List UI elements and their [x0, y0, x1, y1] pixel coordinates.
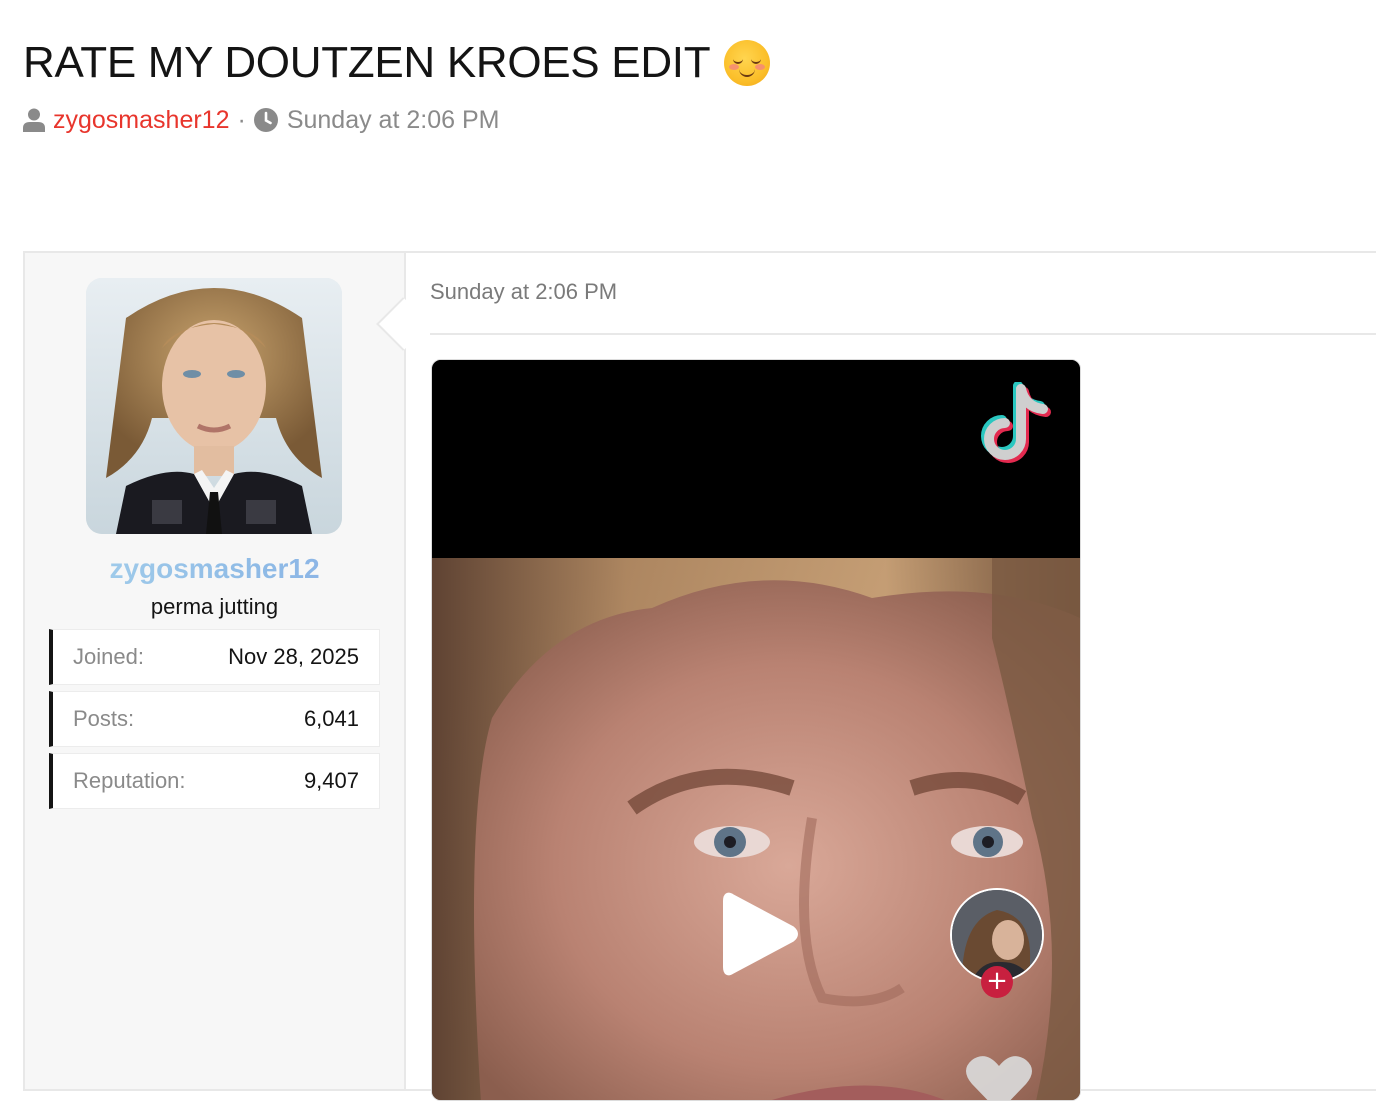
- thread-header: RATE MY DOUTZEN KROES EDIT zygosmasher12…: [23, 34, 1363, 136]
- thread-meta: zygosmasher12 · Sunday at 2:06 PM: [23, 104, 1363, 136]
- user-icon: [23, 108, 45, 132]
- stat-value: 6,041: [303, 706, 359, 731]
- sidebar-username-link[interactable]: zygosmasher12: [25, 553, 404, 585]
- stat-reputation: Reputation: 9,407: [49, 753, 380, 809]
- follow-button[interactable]: +: [981, 966, 1013, 998]
- video-thumbnail-image: [432, 558, 1080, 1100]
- stat-joined: Joined: Nov 28, 2025: [49, 629, 380, 685]
- thread-title-text: RATE MY DOUTZEN KROES EDIT: [23, 38, 711, 87]
- post-content: Sunday at 2:06 PM +: [406, 253, 1376, 1101]
- post-author-sidebar: zygosmasher12 perma jutting Joined: Nov …: [25, 253, 406, 1089]
- tiktok-icon[interactable]: [976, 382, 1052, 466]
- clock-icon: [253, 108, 278, 132]
- heart-icon[interactable]: [964, 1054, 1034, 1101]
- author-avatar-image: [86, 278, 342, 534]
- meta-separator: ·: [237, 105, 246, 134]
- author-avatar[interactable]: [86, 278, 342, 534]
- stat-label: Posts:: [73, 706, 135, 731]
- post: zygosmasher12 perma jutting Joined: Nov …: [23, 251, 1376, 1101]
- tiktok-embed[interactable]: +: [431, 359, 1081, 1101]
- post-date-link[interactable]: Sunday at 2:06 PM: [430, 279, 617, 305]
- thread-timestamp-link[interactable]: Sunday at 2:06 PM: [287, 106, 500, 135]
- video-thumbnail[interactable]: [432, 558, 1080, 1100]
- thread-author-link[interactable]: zygosmasher12: [53, 106, 229, 135]
- stat-label: Reputation:: [73, 768, 186, 793]
- stat-value: Nov 28, 2025: [228, 644, 359, 669]
- play-icon[interactable]: [722, 889, 800, 979]
- stat-posts: Posts: 6,041: [49, 691, 380, 747]
- smiling-face-emoji-icon: [724, 40, 771, 86]
- post-header-divider: [430, 333, 1376, 335]
- stat-value: 9,407: [303, 768, 359, 793]
- thread-title: RATE MY DOUTZEN KROES EDIT: [23, 34, 1363, 92]
- user-title: perma jutting: [150, 594, 279, 619]
- stat-label: Joined:: [73, 644, 144, 669]
